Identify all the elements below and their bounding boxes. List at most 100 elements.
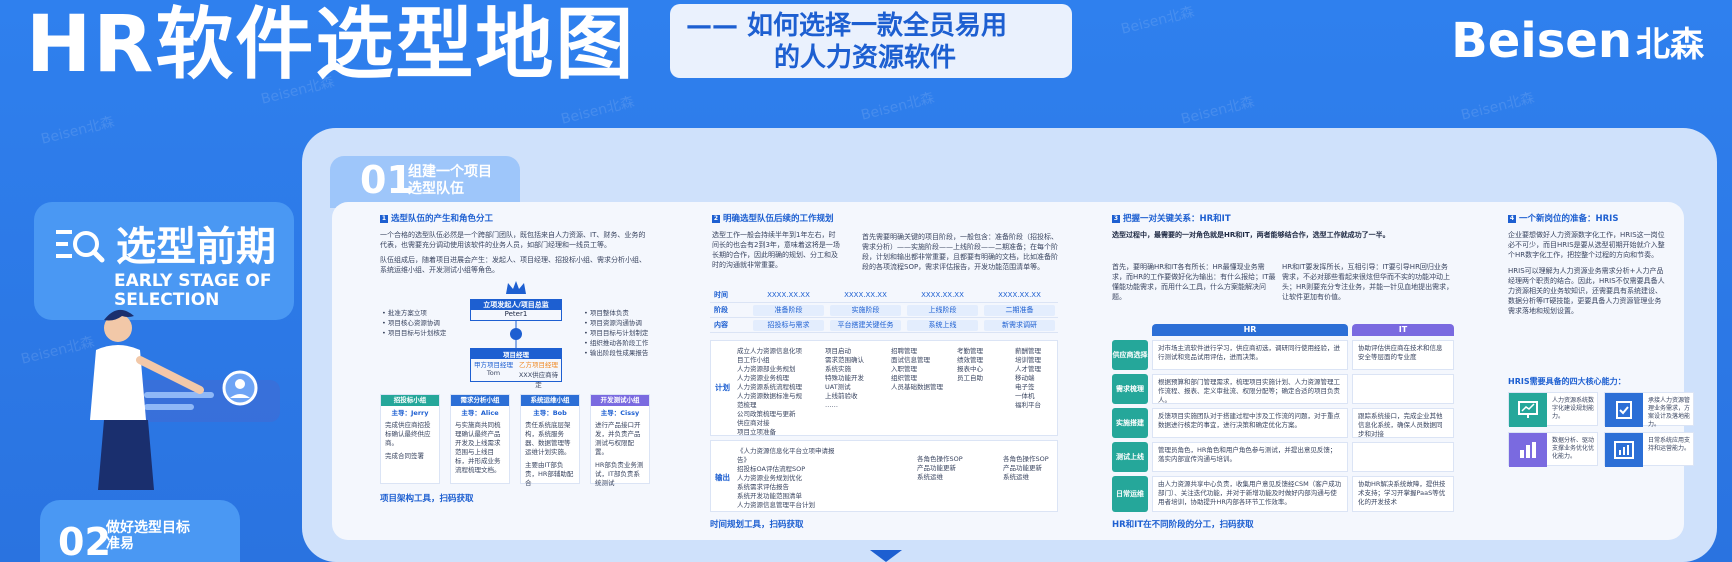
team-desc: 责任系统底层架构，系统服务器、数据管理等运维计划实施。 <box>525 421 571 456</box>
timeline-row-time: 时间 XXXX.XX.XX XXXX.XX.XX XXXX.XX.XX XXXX… <box>710 288 1058 303</box>
row-label: 内容 <box>714 321 728 329</box>
list-item: 绩效管理 <box>957 356 983 364</box>
team-lead: 主导：Cissy <box>600 409 640 417</box>
person-illustration <box>90 309 280 490</box>
list-item: 产品功能更新 <box>917 464 956 472</box>
crown-icon <box>506 281 526 294</box>
heading-text: 一个新岗位的准备：HRIS <box>1519 214 1619 224</box>
column-heading: 4 一个新岗位的准备：HRIS <box>1508 214 1668 224</box>
checklist-icon <box>1616 401 1632 419</box>
paragraph: 企业要想做好人力资源数字化工作，HRIS这一岗位必不可少，而目HRIS是要从选型… <box>1508 231 1665 259</box>
list-item: 福利平台 <box>1015 401 1041 409</box>
column-heading: 3 把握一对关键关系：HR和IT <box>1112 214 1454 224</box>
table-header: HR IT <box>1152 324 1454 336</box>
team-desc: 与实施商共同梳理确认最终产品开发及上线需求范围与上线目标，并形成业务流程梳理文档… <box>455 421 501 474</box>
column-header-hr: HR <box>1152 324 1348 336</box>
heading-number: 1 <box>380 215 388 223</box>
ability-text: 人力资源系统数字化建设规划能力。 <box>1552 397 1595 420</box>
section-number: 01 <box>360 158 413 202</box>
timeline-row-content: 内容 招投标与需求 平台搭建关键任务 系统上线 新需求调研 <box>710 318 1058 333</box>
table-row: 实施搭建 反馈项目实施团队对于搭建过程中涉及工作流的问题，对于重点数据进行核定的… <box>1112 408 1454 438</box>
list-item: 面试信息管理 <box>891 356 930 364</box>
list-item: 成立人力资源信息化项目工作小组 <box>737 347 802 364</box>
content-tag: 新需求调研 <box>984 319 1055 331</box>
row-label: 输出 <box>715 472 730 482</box>
ability-text: 承接人力资源管理业务需求，方案设计及落地能力。 <box>1648 397 1691 428</box>
sponsor-duties: • 批准方案立项 • 项目核心资源协调 • 项目目标与计划核定 <box>382 308 446 338</box>
timeline-row-stage: 阶段 准备阶段 实施阶段 上线阶段 二期准备 <box>710 303 1058 318</box>
abilities-title: HRIS需要具备的四大核心能力： <box>1508 377 1626 386</box>
team-card: 需求分析小组 主导：Alice 与实施商共同梳理确认最终产品开发及上线需求范围与… <box>450 394 510 484</box>
qr-link[interactable]: 项目架构工具，扫码获取 <box>380 492 474 504</box>
stage-title: 选型前期 <box>116 224 276 270</box>
list-item: 产品功能更新 <box>1003 464 1042 472</box>
paragraph: HRIS可以理解为人力资源业务需求分析+人力产品经理两个职责的结合。因此，HRI… <box>1508 267 1665 315</box>
list-item: 人员基础数据管理 <box>891 383 943 391</box>
section-tab-02[interactable]: 02 做好选型目标 准易 <box>40 500 240 562</box>
plan-list: 考勤管理 绩效管理 报表中心 员工自助 <box>957 347 983 383</box>
list-item: 系统实施 <box>825 365 851 373</box>
list-item: 上线前验收 <box>825 392 858 400</box>
stage-tag: 实施阶段 <box>830 304 901 316</box>
hr-cell: 管理员角色，HR角色和用户角色参与测试，并提出意见反馈；落实内部宣传沟通与培训。 <box>1152 442 1348 472</box>
timeline-cell: XXXX.XX.XX <box>767 291 810 299</box>
team-card: 系统运维小组 主导：Bob 责任系统底层架构，系统服务器、数据管理等运维计划实施… <box>520 394 580 487</box>
table-row: 日常运维 由人力资源共享中心负责，收集用户意见反馈经CSM（客户成功部门）、关注… <box>1112 476 1454 512</box>
row-label: 阶段 <box>714 306 728 314</box>
row-label: 时间 <box>714 291 728 299</box>
ability-text: 数据分析、驱动支撑业务优化优化能力。 <box>1552 437 1595 460</box>
row-label: 供应商选择 <box>1112 340 1148 370</box>
list-item: • 组织推动各阶段工作 <box>584 339 649 347</box>
list-item: 人力资源部业务规划 <box>737 365 796 373</box>
timeline-cell: XXXX.XX.XX <box>844 291 887 299</box>
section-number: 02 <box>58 520 111 562</box>
list-item: 招投标OA评估流程SOP <box>737 465 806 473</box>
team-desc: 主要由IT部负责，HR部辅助配合 <box>525 461 574 487</box>
plan-block: 计划 成立人力资源信息化项目工作小组 人力资源部业务规划 人力资源业务梳理 人力资源系… <box>710 340 1058 436</box>
it-cell <box>1352 374 1454 404</box>
heading-number: 3 <box>1112 215 1120 223</box>
list-item: 移动端 <box>1015 374 1035 382</box>
list-item: 人力资源业务梳理 <box>737 374 789 382</box>
list-item: 招聘管理 <box>891 347 917 355</box>
page-title: HR软件选型地图 <box>26 0 636 90</box>
paragraph: 选型工作一般会持续半年到1年左右，时间长的也会有2到3年，意味着这将是一场长期的… <box>712 231 840 269</box>
list-item: 一体机 <box>1015 392 1035 400</box>
list-item: 组织管理 <box>891 374 917 382</box>
chart-board-icon <box>1518 401 1538 418</box>
list-item: • 输出阶段性成果报告 <box>584 349 649 357</box>
org-party-label: 乙方项目经理 <box>519 361 558 369</box>
it-cell <box>1352 442 1454 472</box>
list-item: 供应商对接 <box>737 419 770 427</box>
org-node-name: Peter1 <box>504 310 528 318</box>
team-name: 开发测试小组 <box>591 395 649 406</box>
section-label-line: 组建一个项目 <box>408 164 492 180</box>
qr-link[interactable]: 时间规划工具，扫码获取 <box>710 518 804 530</box>
org-party-name: Tom <box>486 369 501 377</box>
list-item: 入职管理 <box>891 365 917 373</box>
it-cell: 协助HR解决系统故障，提供技术支持；学习开掌握PaaS等优化的开发技术 <box>1352 476 1454 512</box>
team-lead: 主导：Alice <box>461 409 499 417</box>
team-lead: 主导：Jerry <box>391 409 429 417</box>
heading-text: 选型队伍的产生和角色分工 <box>391 214 494 224</box>
scroll-down-arrow-icon[interactable] <box>870 550 902 562</box>
content-tag: 平台搭建关键任务 <box>830 319 901 331</box>
column-team: 1 选型队伍的产生和角色分工 一个合格的选型队伍必然是一个跨部门团队，既包括来自人… <box>380 214 652 280</box>
ability-icon-bg <box>1605 393 1643 427</box>
list-item: • 项目目标与计划制定 <box>584 329 649 337</box>
list-item: 电子签 <box>1015 383 1035 391</box>
list-item: 特殊功能开发 <box>825 374 864 382</box>
paragraph: HR和IT要发挥所长，互相引导：IT要引导HR回归业务需求，不必对那些看起来很炫… <box>1282 263 1454 301</box>
content-tag: 系统上线 <box>907 319 978 331</box>
team-name: 系统运维小组 <box>521 395 579 406</box>
subtitle-line-1: —— 如何选择一款全员易用 <box>686 11 1008 41</box>
list-item: 系统运维 <box>1003 473 1029 481</box>
logo-cn: 北森 <box>1636 24 1704 65</box>
qr-link[interactable]: HR和IT在不同阶段的分工，扫码获取 <box>1112 518 1254 530</box>
list-item: 《人力资源信息化平台立项申请报告》 <box>737 447 835 464</box>
ability-card: 日常系统应用支持和运营能力。 <box>1604 432 1694 467</box>
list-item: • 项目资源沟通协调 <box>584 319 642 327</box>
paragraph: 队伍组成后，随着项目进展会产生：发起人、项目经理、招投标小组、需求分析小组、系统… <box>380 256 646 274</box>
section-tab-01[interactable]: 01 组建一个项目 选型队伍 <box>330 156 520 208</box>
column-heading: 2 明确选型队伍后续的工作规划 <box>712 214 1012 224</box>
